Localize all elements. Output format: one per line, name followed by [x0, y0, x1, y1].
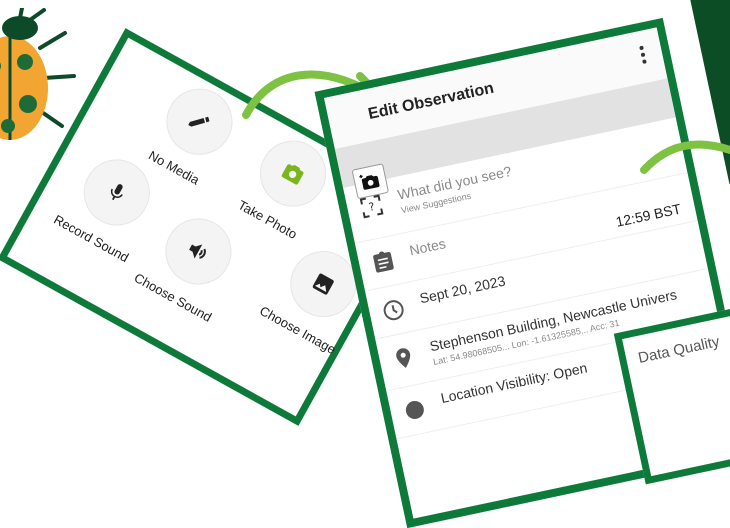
svg-text:?: ?: [368, 200, 377, 214]
notes-field[interactable]: Notes: [408, 235, 447, 258]
globe-icon: [405, 400, 424, 419]
more-options-icon[interactable]: [634, 42, 652, 66]
clipboard-icon: [373, 251, 394, 273]
background-strip: [687, 0, 730, 185]
image-icon: [312, 273, 334, 295]
speaker-icon: [189, 244, 206, 259]
data-quality-title: Data Quality: [636, 333, 722, 367]
camera-icon: [281, 164, 304, 185]
pencil-icon: [188, 116, 210, 127]
clock-icon: [383, 300, 404, 321]
location-pin-icon: [396, 348, 411, 368]
unknown-species-icon: ?: [359, 194, 384, 219]
observation-date: Sept 20, 2023: [418, 272, 507, 307]
screen-title: Edit Observation: [366, 79, 496, 123]
microphone-icon: [110, 184, 123, 201]
